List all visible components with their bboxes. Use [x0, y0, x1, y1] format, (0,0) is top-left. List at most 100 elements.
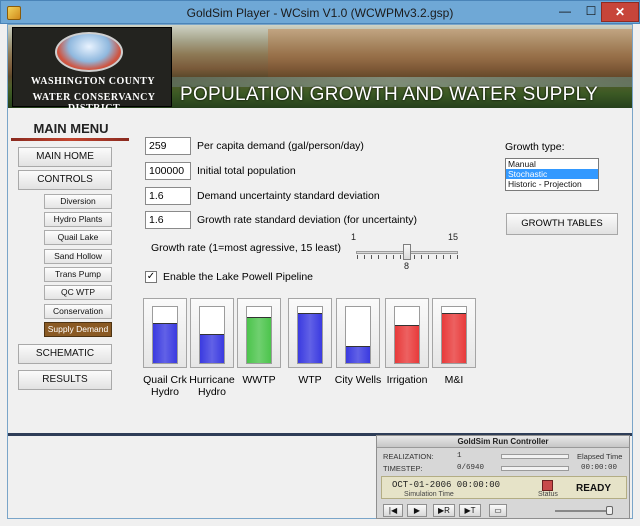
- slider-tick: [449, 255, 451, 259]
- initial-population-input[interactable]: [145, 162, 191, 180]
- slider-tick: [457, 255, 458, 259]
- header-banner: WASHINGTON COUNTY WATER CONSERVANCY DIST…: [8, 25, 632, 108]
- tank-level-fill: [247, 317, 271, 363]
- tank-label-line1: M&I: [444, 374, 464, 386]
- submenu-supply-demand[interactable]: Supply Demand: [44, 322, 112, 337]
- tank-level-fill: [346, 346, 370, 363]
- run-status-panel: OCT-01-2006 00:00:00 Simulation Time Sta…: [381, 476, 627, 499]
- demand-uncertainty-input[interactable]: [145, 187, 191, 205]
- lake-powell-pipeline-checkbox[interactable]: ✓: [145, 271, 157, 283]
- growth-rate-slider-thumb[interactable]: [403, 244, 411, 260]
- status-stop-icon: [542, 480, 553, 491]
- lake-powell-pipeline-label: Enable the Lake Powell Pipeline: [163, 271, 314, 283]
- player-content: WASHINGTON COUNTY WATER CONSERVANCY DIST…: [7, 24, 633, 519]
- slider-tick: [378, 255, 380, 259]
- timestep-value: 0/6940: [457, 464, 485, 472]
- tank-wtp: [288, 298, 332, 368]
- realization-progress-bar: [501, 454, 569, 459]
- window-titlebar[interactable]: GoldSim Player - WCsim V1.0 (WCWPMv3.2.g…: [0, 0, 640, 24]
- tank-well: [441, 306, 467, 364]
- page-title: POPULATION GROWTH AND WATER SUPPLY: [180, 84, 599, 105]
- controls-button[interactable]: CONTROLS: [18, 170, 112, 190]
- submenu-hydro-plants[interactable]: Hydro Plants: [44, 212, 112, 227]
- slider-tick: [364, 255, 366, 259]
- per-capita-demand-label: Per capita demand (gal/person/day): [197, 140, 364, 152]
- tank-label-line2: Hydro: [197, 386, 226, 398]
- tank-well: [152, 306, 178, 364]
- demand-uncertainty-label: Demand uncertainty standard deviation: [197, 190, 380, 202]
- tank-mi: [432, 298, 476, 368]
- growth-option-manual[interactable]: Manual: [506, 159, 598, 169]
- initial-population-label: Initial total population: [197, 165, 296, 177]
- per-capita-demand-input[interactable]: [145, 137, 191, 155]
- tank-city-wells: [336, 298, 380, 368]
- submenu-qc-wtp[interactable]: QC WTP: [44, 285, 112, 300]
- step-realization-button[interactable]: ▶R: [433, 504, 455, 517]
- view-button[interactable]: ▭: [489, 504, 507, 517]
- realization-label: REALIZATION:: [383, 452, 434, 461]
- elapsed-time-value: 00:00:00: [581, 464, 618, 472]
- results-button[interactable]: RESULTS: [18, 370, 112, 390]
- slider-tick: [392, 255, 394, 259]
- growth-option-stochastic[interactable]: Stochastic: [506, 169, 598, 179]
- tank-well: [297, 306, 323, 364]
- submenu-conservation[interactable]: Conservation: [44, 304, 112, 319]
- banner-photo-cliffs: [268, 29, 632, 77]
- slider-min-label: 1: [351, 232, 357, 242]
- tank-label-mi: M&I: [422, 374, 486, 386]
- tank-level-fill: [200, 333, 224, 363]
- run-controller-title: GoldSim Run Controller: [377, 436, 629, 448]
- growth-tables-button[interactable]: GROWTH TABLES: [506, 213, 618, 235]
- tank-level-fill: [153, 322, 177, 363]
- run-button[interactable]: ▶: [407, 504, 427, 517]
- growth-type-listbox[interactable]: Manual Stochastic Historic - Projection: [505, 158, 599, 191]
- growth-rate-slider-label: Growth rate (1=most agressive, 15 least): [151, 242, 341, 254]
- run-controller: GoldSim Run Controller REALIZATION: 1 El…: [376, 435, 630, 519]
- tank-quail-crk-hydro: [143, 298, 187, 368]
- close-button[interactable]: ✕: [601, 2, 639, 22]
- realization-value: 1: [457, 452, 462, 460]
- tank-wwtp: [237, 298, 281, 368]
- speed-slider-track[interactable]: [555, 510, 611, 512]
- submenu-diversion[interactable]: Diversion: [44, 194, 112, 209]
- tank-level-fill: [395, 324, 419, 363]
- logo-text-line2: WATER CONSERVANCY DISTRICT: [32, 92, 156, 108]
- window-title: GoldSim Player - WCsim V1.0 (WCWPMv3.2.g…: [186, 6, 454, 20]
- growth-rate-sd-input[interactable]: [145, 211, 191, 229]
- growth-type-label: Growth type:: [505, 141, 565, 153]
- logo-emblem: [55, 32, 123, 72]
- elapsed-time-label: Elapsed Time: [577, 452, 623, 461]
- submenu-quail-lake[interactable]: Quail Lake: [44, 230, 112, 245]
- simulation-date: OCT-01-2006 00:00:00: [392, 480, 501, 490]
- reset-button[interactable]: |◀: [383, 504, 403, 517]
- tank-hurricane-hydro: [190, 298, 234, 368]
- simulation-time-label: Simulation Time: [404, 491, 454, 498]
- speed-slider-thumb[interactable]: [606, 506, 613, 515]
- minimize-button[interactable]: —: [552, 2, 578, 22]
- step-timestep-button[interactable]: ▶T: [459, 504, 481, 517]
- schematic-button[interactable]: SCHEMATIC: [18, 344, 112, 364]
- slider-value-label: 8: [404, 261, 410, 271]
- tank-well: [394, 306, 420, 364]
- tank-well: [246, 306, 272, 364]
- tank-level-fill: [442, 312, 466, 363]
- timestep-label: TIMESTEP:: [383, 464, 423, 473]
- status-label: Status: [538, 491, 558, 498]
- slider-tick: [435, 255, 437, 259]
- submenu-trans-pump[interactable]: Trans Pump: [44, 267, 112, 282]
- slider-tick: [371, 255, 373, 259]
- submenu-sand-hollow[interactable]: Sand Hollow: [44, 249, 112, 264]
- growth-rate-sd-label: Growth rate standard deviation (for unce…: [197, 214, 418, 226]
- main-home-button[interactable]: MAIN HOME: [18, 147, 112, 167]
- growth-option-historic-projection[interactable]: Historic - Projection: [506, 179, 598, 189]
- main-menu-title: MAIN MENU: [33, 121, 109, 136]
- tank-well: [345, 306, 371, 364]
- tank-level-fill: [298, 312, 322, 363]
- timestep-progress-bar: [501, 466, 569, 471]
- slider-tick: [421, 255, 423, 259]
- slider-tick: [399, 255, 401, 259]
- slider-tick: [414, 255, 416, 259]
- tank-well: [199, 306, 225, 364]
- tank-irrigation: [385, 298, 429, 368]
- slider-tick: [442, 255, 444, 259]
